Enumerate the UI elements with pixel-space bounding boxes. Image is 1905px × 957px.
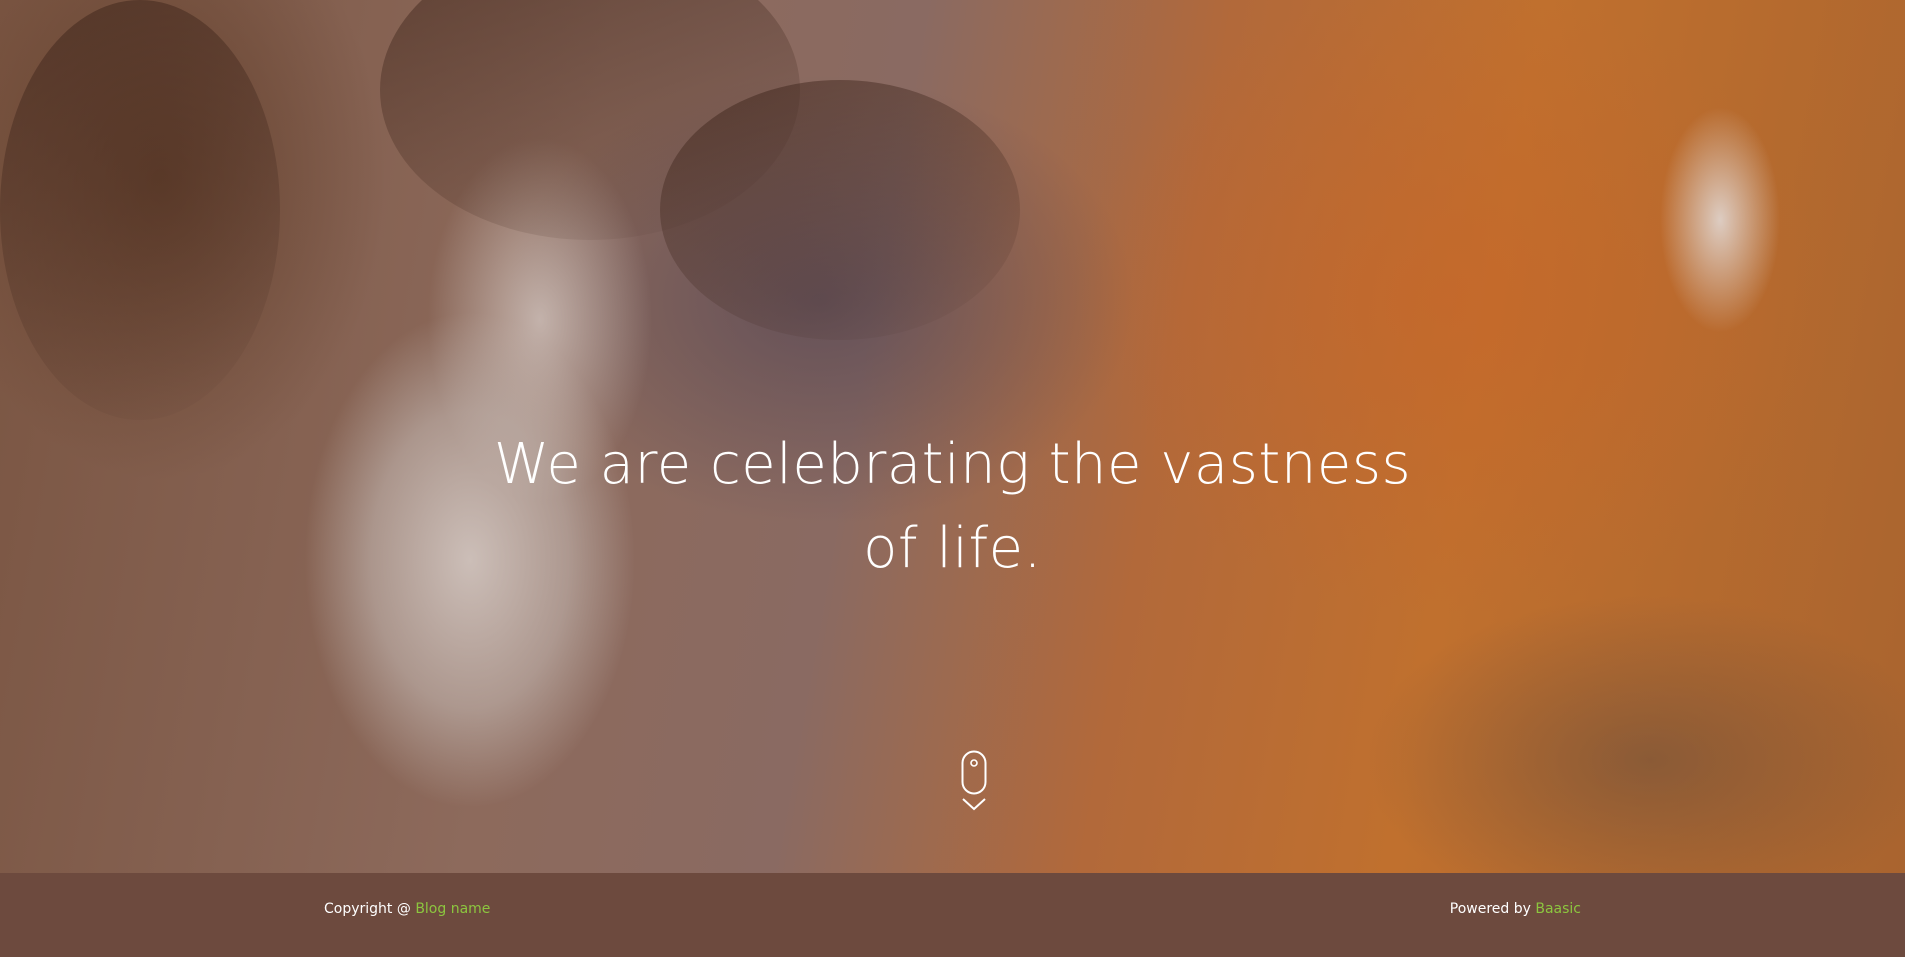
copyright-text: Copyright @: [324, 901, 416, 917]
footer-copyright: Copyright @ Blog name: [324, 901, 490, 917]
scroll-down-button[interactable]: [961, 750, 987, 814]
terrain-shadow: [660, 80, 1020, 340]
footer-powered-by: Powered by Baasic: [1450, 901, 1581, 917]
hero-headline: We are celebrating the vastness of life.: [0, 423, 1905, 591]
hero-headline-line-1: We are celebrating the vastness: [493, 432, 1412, 497]
hero-headline-line-2: of life.: [863, 516, 1042, 581]
site-footer: Copyright @ Blog name Powered by Baasic: [0, 873, 1905, 957]
powered-by-text: Powered by: [1449, 901, 1536, 917]
baasic-link[interactable]: Baasic: [1535, 901, 1581, 917]
mouse-scroll-down-icon: [961, 750, 987, 811]
terrain-shadow: [0, 0, 280, 420]
hero-background-image: We are celebrating the vastness of life.: [0, 0, 1905, 873]
blog-name-link[interactable]: Blog name: [415, 901, 490, 917]
